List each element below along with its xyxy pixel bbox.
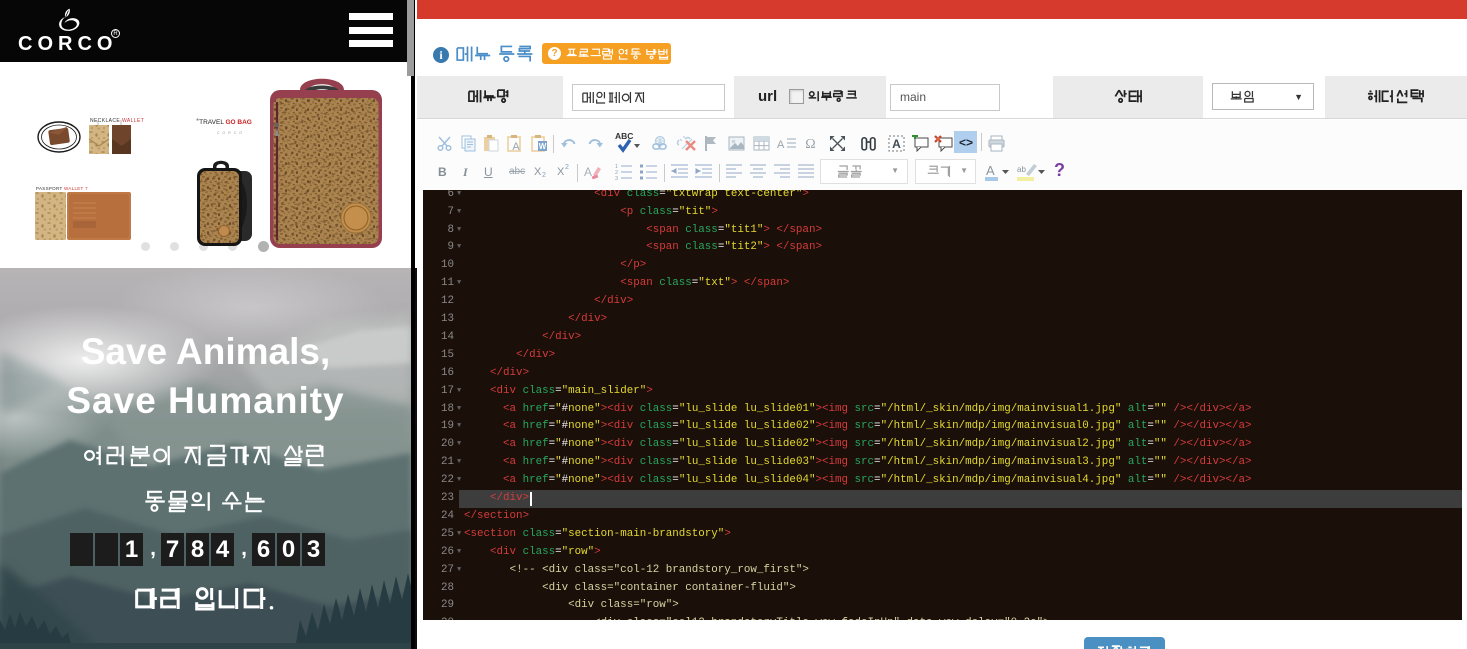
svg-text:W: W [539, 142, 547, 151]
svg-text:A: A [892, 137, 901, 151]
svg-text:<>: <> [959, 136, 973, 150]
svg-text:A: A [777, 139, 785, 151]
svg-text:ABC: ABC [615, 131, 633, 141]
svg-text:Ω: Ω [805, 137, 815, 152]
svg-text:3: 3 [615, 176, 618, 181]
svg-text:A: A [986, 163, 995, 178]
svg-text:A: A [584, 165, 592, 179]
svg-text:ab: ab [1017, 165, 1026, 174]
svg-text:A: A [512, 141, 520, 152]
